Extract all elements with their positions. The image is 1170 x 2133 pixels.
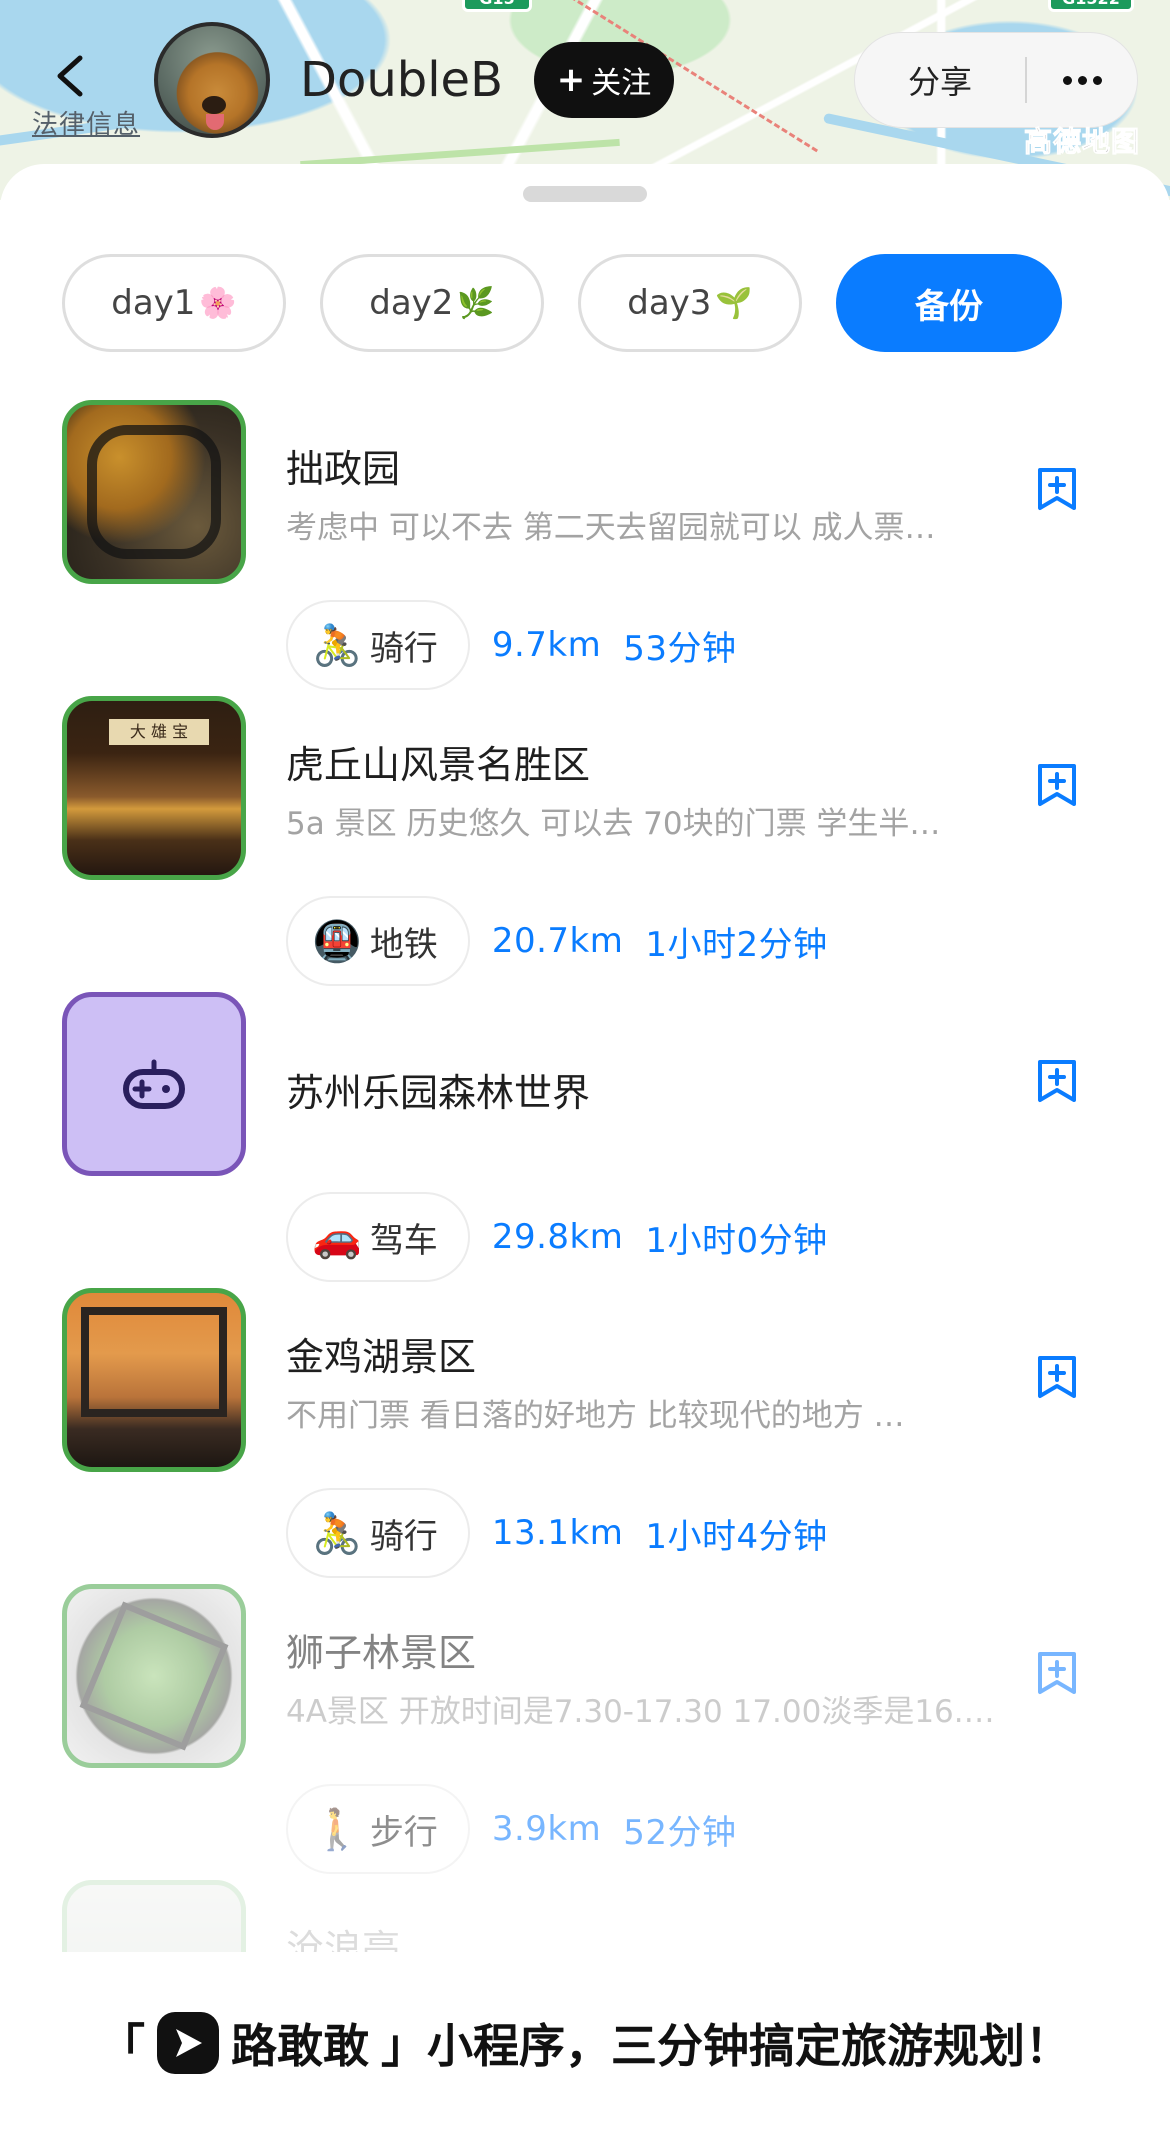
transport-mode-label: 地铁 xyxy=(369,924,438,965)
flower-icon: 🌸 xyxy=(199,285,237,321)
place-thumbnail[interactable] xyxy=(62,400,246,584)
list-item[interactable]: 苏州乐园森林世界 🚗 驾车 29.8km 1小时0分钟 xyxy=(0,992,1170,1288)
banner-tagline: 」小程序，三分钟搞定旅游规划！ xyxy=(381,2018,1071,2073)
transport-mode-label: 驾车 xyxy=(369,1220,438,1261)
route-duration: 1小时2分钟 xyxy=(645,924,828,965)
follow-button[interactable]: + 关注 xyxy=(534,42,674,118)
route-duration: 53分钟 xyxy=(623,628,737,669)
tab-day1[interactable]: day1 🌸 xyxy=(62,254,286,352)
route-duration: 1小时0分钟 xyxy=(645,1220,828,1261)
bicycle-icon: 🚴 xyxy=(312,622,362,669)
place-thumbnail[interactable] xyxy=(62,992,246,1176)
tab-label: 备份 xyxy=(915,286,983,327)
top-action-capsule: 分享 xyxy=(854,32,1138,128)
place-name: 狮子林景区 xyxy=(286,1631,477,1675)
gamepad-icon xyxy=(123,1059,185,1109)
avatar[interactable] xyxy=(154,22,270,138)
route-info: 🚗 驾车 29.8km 1小时0分钟 xyxy=(286,1192,828,1282)
list-item[interactable]: 狮子林景区 4A景区 开放时间是7.30-17.30 17.00淡季是16.… … xyxy=(0,1584,1170,1880)
metro-icon: 🚇 xyxy=(312,918,362,965)
transport-mode-label: 骑行 xyxy=(369,1516,438,1557)
list-item[interactable]: 虎丘山风景名胜区 5a 景区 历史悠久 可以去 70块的门票 学生半… 🚇 地铁… xyxy=(0,696,1170,992)
tab-label: day1 xyxy=(111,283,196,323)
place-name: 金鸡湖景区 xyxy=(286,1335,477,1379)
place-thumbnail[interactable] xyxy=(62,1584,246,1768)
bookmark-add-icon[interactable] xyxy=(1036,1650,1078,1696)
list-item[interactable]: 拙政园 考虑中 可以不去 第二天去留园就可以 成人票… 🚴 骑行 9.7km 5… xyxy=(0,400,1170,696)
route-distance: 20.7km xyxy=(491,921,624,961)
seedling-icon: 🌱 xyxy=(715,285,753,321)
transport-mode-label: 骑行 xyxy=(369,628,438,669)
route-distance: 3.9km xyxy=(491,1809,602,1849)
bicycle-icon: 🚴 xyxy=(312,1510,362,1557)
highway-badge: G1522 xyxy=(1048,0,1134,12)
place-list: 拙政园 考虑中 可以不去 第二天去留园就可以 成人票… 🚴 骑行 9.7km 5… xyxy=(0,400,1170,2133)
transport-mode-button[interactable]: 🚶 步行 xyxy=(286,1784,470,1874)
place-name: 苏州乐园森林世界 xyxy=(286,1071,591,1115)
place-thumbnail[interactable] xyxy=(62,1288,246,1472)
car-icon: 🚗 xyxy=(312,1214,362,1261)
place-description: 不用门票 看日落的好地方 比较现代的地方 … xyxy=(286,1398,905,1434)
tab-day3[interactable]: day3 🌱 xyxy=(578,254,802,352)
place-description: 4A景区 开放时间是7.30-17.30 17.00淡季是16.… xyxy=(286,1694,995,1730)
day-tabs: day1 🌸 day2 🌿 day3 🌱 备份 xyxy=(62,254,1062,352)
transport-mode-button[interactable]: 🚇 地铁 xyxy=(286,896,470,986)
list-item[interactable]: 金鸡湖景区 不用门票 看日落的好地方 比较现代的地方 … 🚴 骑行 13.1km… xyxy=(0,1288,1170,1584)
bookmark-add-icon[interactable] xyxy=(1036,466,1078,512)
banner-app-name: 路敢敢 xyxy=(231,2018,369,2073)
transport-mode-button[interactable]: 🚗 驾车 xyxy=(286,1192,470,1282)
transport-mode-button[interactable]: 🚴 骑行 xyxy=(286,600,470,690)
route-distance: 29.8km xyxy=(491,1217,624,1257)
avatar-dog-nose xyxy=(202,96,226,114)
route-duration: 52分钟 xyxy=(623,1812,737,1853)
legal-info-link[interactable]: 法律信息 xyxy=(32,104,140,141)
follow-label: 关注 xyxy=(591,66,652,101)
route-info: 🚴 骑行 9.7km 53分钟 xyxy=(286,600,736,690)
more-dots-icon[interactable] xyxy=(1027,75,1137,85)
place-name: 拙政园 xyxy=(286,447,401,491)
route-distance: 13.1km xyxy=(491,1513,624,1553)
place-name: 虎丘山风景名胜区 xyxy=(286,743,591,787)
tab-day2[interactable]: day2 🌿 xyxy=(320,254,544,352)
transport-mode-label: 步行 xyxy=(369,1812,438,1853)
tab-label: day2 xyxy=(369,283,454,323)
route-info: 🚇 地铁 20.7km 1小时2分钟 xyxy=(286,896,828,986)
highway-badge: G15 xyxy=(462,0,532,12)
transport-mode-button[interactable]: 🚴 骑行 xyxy=(286,1488,470,1578)
place-description: 考虑中 可以不去 第二天去留园就可以 成人票… xyxy=(286,510,936,546)
drag-handle[interactable] xyxy=(523,186,647,202)
tab-backup[interactable]: 备份 xyxy=(836,254,1062,352)
route-info: 🚶 步行 3.9km 52分钟 xyxy=(286,1784,736,1874)
banner-open-quote: 「 xyxy=(99,2018,145,2073)
tab-label: day3 xyxy=(627,283,712,323)
chevron-left-icon[interactable] xyxy=(52,52,88,100)
route-distance: 9.7km xyxy=(491,625,602,665)
promo-banner: 「 路敢敢 」小程序，三分钟搞定旅游规划！ xyxy=(0,1952,1170,2133)
herb-icon: 🌿 xyxy=(457,285,495,321)
bookmark-add-icon[interactable] xyxy=(1036,1354,1078,1400)
place-description: 5a 景区 历史悠久 可以去 70块的门票 学生半… xyxy=(286,806,941,842)
map-brand-watermark: 高德地图 xyxy=(1023,125,1141,159)
paper-plane-icon xyxy=(157,2011,219,2074)
plus-icon: + xyxy=(556,60,586,100)
share-button[interactable]: 分享 xyxy=(855,57,1025,103)
avatar-dog-tongue xyxy=(206,114,224,130)
bookmark-add-icon[interactable] xyxy=(1036,762,1078,808)
bookmark-add-icon[interactable] xyxy=(1036,1058,1078,1104)
username[interactable]: DoubleB xyxy=(300,52,503,108)
route-info: 🚴 骑行 13.1km 1小时4分钟 xyxy=(286,1488,828,1578)
place-thumbnail[interactable] xyxy=(62,696,246,880)
route-duration: 1小时4分钟 xyxy=(645,1516,828,1557)
itinerary-sheet: day1 🌸 day2 🌿 day3 🌱 备份 拙政园 考虑中 可以不去 第二天… xyxy=(0,164,1170,2133)
walking-icon: 🚶 xyxy=(312,1806,362,1853)
